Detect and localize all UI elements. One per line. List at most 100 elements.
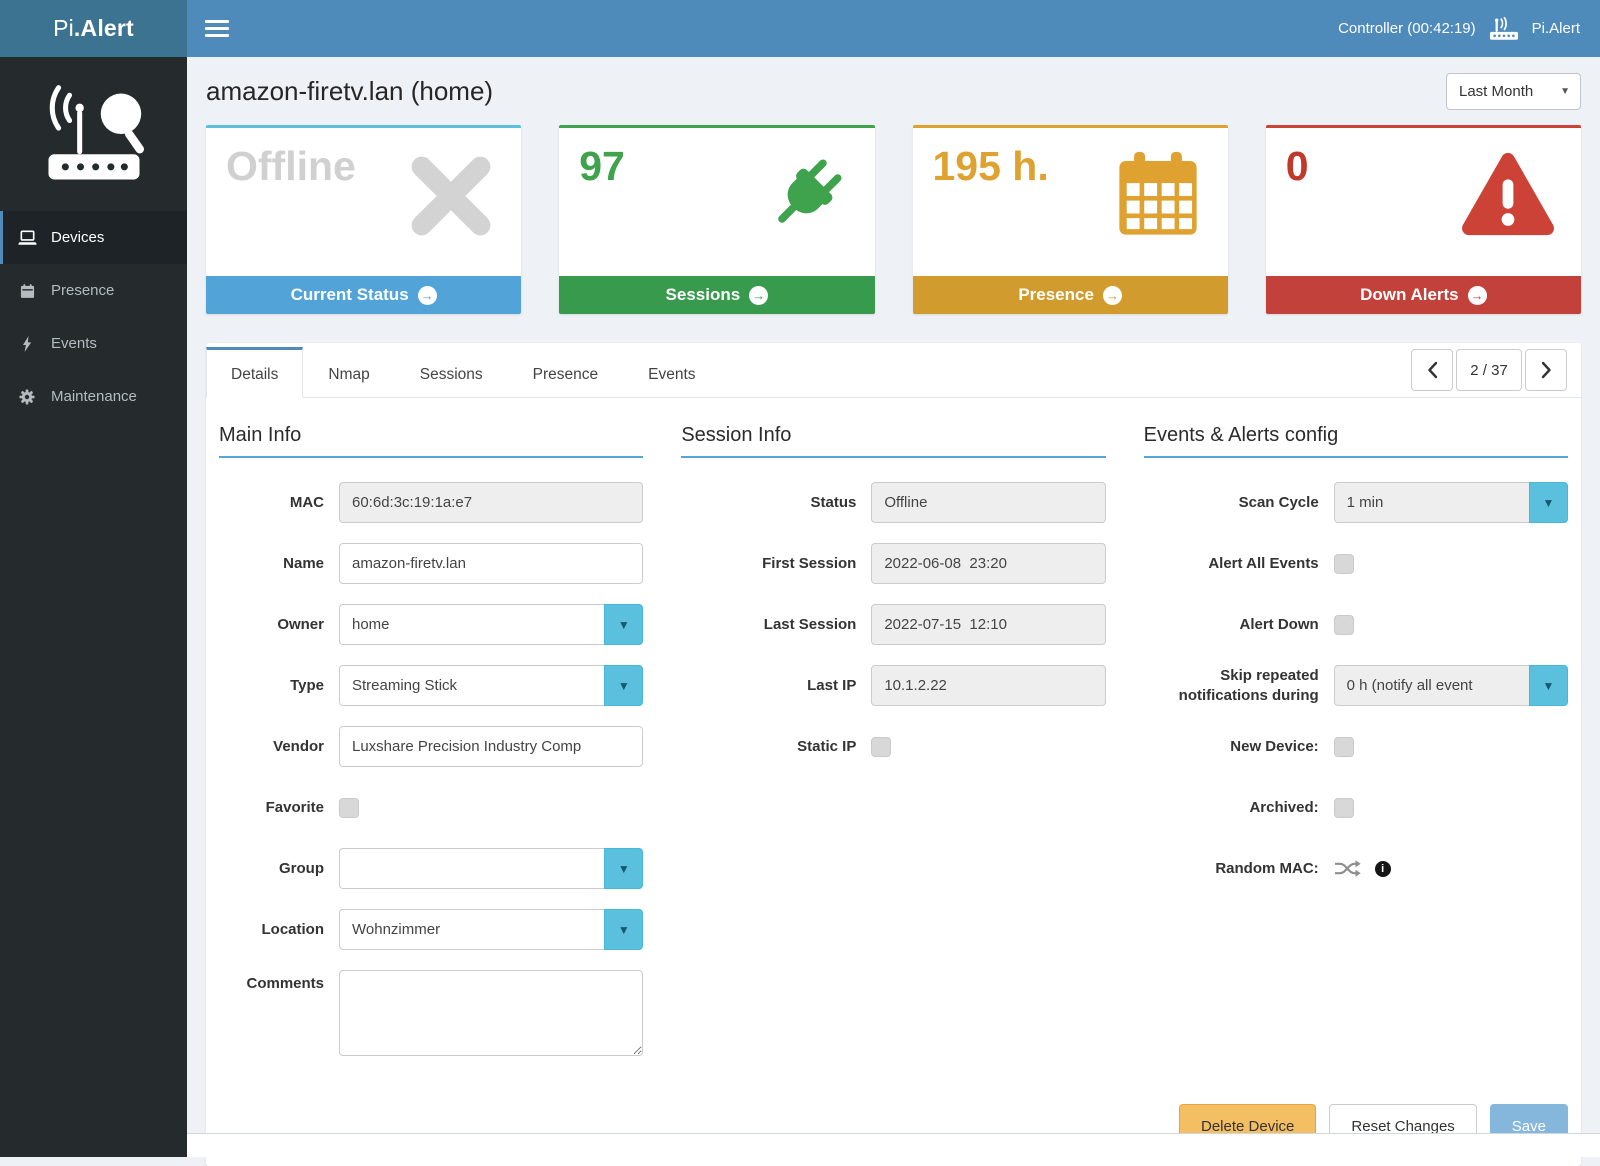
field-first-session: First Session xyxy=(681,543,1105,584)
mac-label: MAC xyxy=(219,493,339,513)
next-device-button[interactable] xyxy=(1525,349,1567,391)
field-mac: MAC xyxy=(219,482,643,523)
type-dropdown-button[interactable]: ▼ xyxy=(604,665,643,706)
name-input[interactable] xyxy=(339,543,643,584)
card-presence: 195 h. Presence → xyxy=(913,125,1228,314)
current-status-link[interactable]: Current Status → xyxy=(206,276,521,314)
group-input[interactable] xyxy=(339,848,604,889)
brand-logo[interactable]: Pi.Alert xyxy=(0,0,187,57)
tab-presence[interactable]: Presence xyxy=(508,347,623,398)
arrow-circle-icon: → xyxy=(1468,286,1487,305)
tab-events[interactable]: Events xyxy=(623,347,720,398)
brand-suffix: .Alert xyxy=(74,15,134,42)
tab-nmap[interactable]: Nmap xyxy=(303,347,394,398)
owner-label: Owner xyxy=(219,615,339,635)
location-dropdown-button[interactable]: ▼ xyxy=(604,909,643,950)
type-input[interactable] xyxy=(339,665,604,706)
field-group: Group ▼ xyxy=(219,848,643,889)
comments-label: Comments xyxy=(219,970,339,994)
vendor-input[interactable] xyxy=(339,726,643,767)
new-device-label: New Device: xyxy=(1144,737,1334,757)
app-logo xyxy=(0,57,187,211)
alert-down-label: Alert Down xyxy=(1144,615,1334,635)
skip-repeated-dropdown-button[interactable]: ▼ xyxy=(1529,665,1568,706)
x-icon xyxy=(405,150,497,247)
card-current-status: Offline Current Status → xyxy=(206,125,521,314)
last-session-input xyxy=(871,604,1105,645)
group-dropdown-button[interactable]: ▼ xyxy=(604,848,643,889)
archived-checkbox[interactable] xyxy=(1334,798,1354,818)
scan-cycle-dropdown-button[interactable]: ▼ xyxy=(1529,482,1568,523)
static-ip-checkbox[interactable] xyxy=(871,737,891,757)
field-skip-repeated: Skip repeated notifications during ▼ xyxy=(1144,665,1568,706)
down-alerts-link[interactable]: Down Alerts → xyxy=(1266,276,1581,314)
mac-input xyxy=(339,482,643,523)
sidebar-item-label: Maintenance xyxy=(51,388,137,405)
field-random-mac: Random MAC: xyxy=(1144,848,1568,889)
controller-status: Controller (00:42:19) xyxy=(1338,20,1476,37)
gear-icon xyxy=(16,389,38,405)
alert-all-events-label: Alert All Events xyxy=(1144,554,1334,574)
scan-cycle-label: Scan Cycle xyxy=(1144,493,1334,513)
sessions-link[interactable]: Sessions → xyxy=(559,276,874,314)
owner-input[interactable] xyxy=(339,604,604,645)
tab-bar: Details Nmap Sessions Presence Events xyxy=(206,347,721,397)
chevron-down-icon: ▼ xyxy=(618,862,630,876)
field-last-session: Last Session xyxy=(681,604,1105,645)
field-type: Type ▼ xyxy=(219,665,643,706)
group-label: Group xyxy=(219,859,339,879)
owner-dropdown-button[interactable]: ▼ xyxy=(604,604,643,645)
field-owner: Owner ▼ xyxy=(219,604,643,645)
prev-device-button[interactable] xyxy=(1411,349,1453,391)
skip-repeated-label: Skip repeated notifications during xyxy=(1144,666,1334,705)
scan-cycle-input xyxy=(1334,482,1529,523)
chevron-down-icon: ▼ xyxy=(1543,496,1555,510)
laptop-icon xyxy=(16,230,38,246)
skip-repeated-input xyxy=(1334,665,1529,706)
sidebar-toggle-button[interactable] xyxy=(205,20,229,37)
field-new-device: New Device: xyxy=(1144,726,1568,767)
tab-details[interactable]: Details xyxy=(206,347,303,398)
tab-sessions[interactable]: Sessions xyxy=(395,347,508,398)
card-footer-label: Down Alerts xyxy=(1360,285,1459,305)
sidebar-item-devices[interactable]: Devices xyxy=(0,211,187,264)
alert-down-checkbox[interactable] xyxy=(1334,615,1354,635)
warning-triangle-icon xyxy=(1459,150,1557,245)
calendar-icon xyxy=(16,283,38,299)
location-label: Location xyxy=(219,920,339,940)
info-icon[interactable]: i xyxy=(1375,861,1391,877)
field-comments: Comments xyxy=(219,970,643,1056)
vendor-label: Vendor xyxy=(219,737,339,757)
device-panel: Details Nmap Sessions Presence Events 2 … xyxy=(206,343,1581,1166)
section-title: Session Info xyxy=(681,424,1105,458)
plug-icon xyxy=(756,150,851,250)
card-down-alerts: 0 Down Alerts → xyxy=(1266,125,1581,314)
presence-link[interactable]: Presence → xyxy=(913,276,1228,314)
arrow-circle-icon: → xyxy=(1103,286,1122,305)
sidebar-item-events[interactable]: Events xyxy=(0,317,187,370)
alert-all-events-checkbox[interactable] xyxy=(1334,554,1354,574)
app-name: Pi.Alert xyxy=(1532,20,1580,37)
brand-prefix: Pi xyxy=(53,15,74,42)
router-icon xyxy=(1489,17,1519,41)
favorite-checkbox[interactable] xyxy=(339,798,359,818)
bolt-icon xyxy=(16,336,38,352)
period-select[interactable]: Last Month ▼ xyxy=(1446,73,1581,110)
sidebar-item-maintenance[interactable]: Maintenance xyxy=(0,370,187,423)
field-archived: Archived: xyxy=(1144,787,1568,828)
card-footer-label: Sessions xyxy=(666,285,741,305)
session-info-section: Session Info Status First Session Last S… xyxy=(681,424,1105,1076)
favorite-label: Favorite xyxy=(219,798,339,818)
section-title: Events & Alerts config xyxy=(1144,424,1568,458)
sidebar-item-presence[interactable]: Presence xyxy=(0,264,187,317)
page-title: amazon-firetv.lan (home) xyxy=(206,76,493,107)
field-scan-cycle: Scan Cycle ▼ xyxy=(1144,482,1568,523)
comments-textarea[interactable] xyxy=(339,970,643,1056)
location-input[interactable] xyxy=(339,909,604,950)
new-device-checkbox[interactable] xyxy=(1334,737,1354,757)
card-sessions: 97 Sessions → xyxy=(559,125,874,314)
random-mac-label: Random MAC: xyxy=(1144,859,1334,879)
last-ip-label: Last IP xyxy=(681,676,871,696)
sidebar-item-label: Devices xyxy=(51,229,104,246)
shuffle-icon xyxy=(1334,859,1361,878)
